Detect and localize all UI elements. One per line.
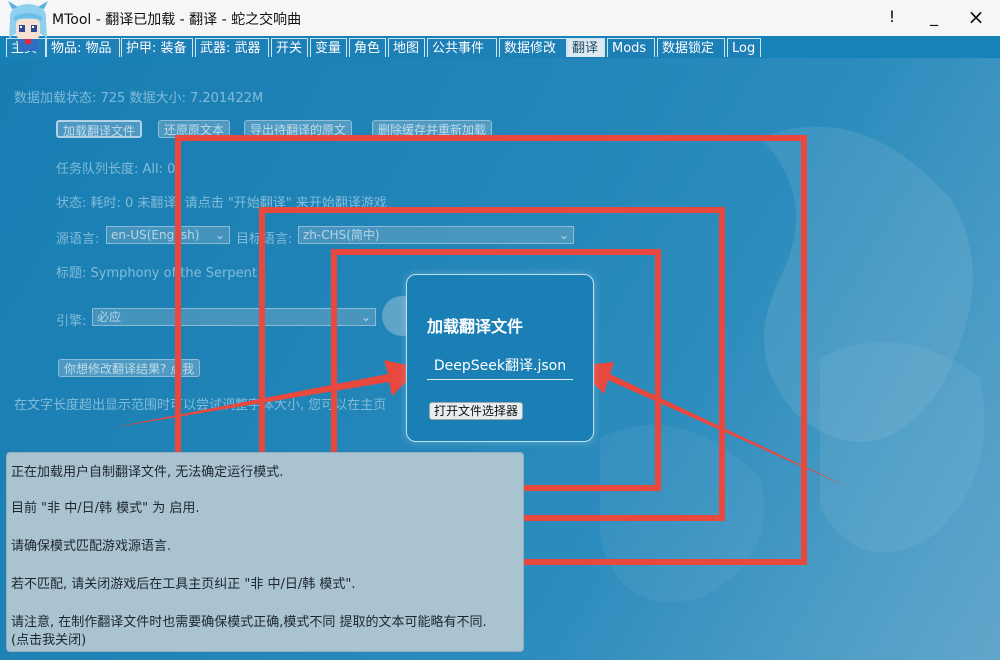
data-status-label: 数据加载状态: 725 数据大小: 7.201422M (14, 91, 264, 106)
tab-common-events[interactable]: 公共事件 (427, 38, 497, 57)
tab-switches[interactable]: 开关 (271, 38, 308, 57)
queue-length-label: 任务队列长度: All: 0 (56, 162, 176, 177)
dialog-title: 加载翻译文件 (427, 317, 524, 336)
tab-actors[interactable]: 角色 (349, 38, 386, 57)
tab-armor[interactable]: 护甲: 装备 (121, 38, 193, 57)
notice-line: 请确保模式匹配游戏源语言. (11, 539, 172, 554)
export-original-button[interactable]: 导出待翻译的原文 (244, 120, 353, 138)
notice-close-hint[interactable]: (点击我关闭) (11, 629, 86, 648)
tab-bar: 主页 物品: 物品 护甲: 装备 武器: 武器 开关 变量 角色 地图 公共事件… (0, 36, 1000, 58)
restore-original-button[interactable]: 还原原文本 (158, 120, 231, 138)
hint-label: 在文字长度超出显示范围时可以尝试调整字体大小, 您可以在主页 (14, 398, 387, 413)
translation-file-field[interactable]: DeepSeek翻译.json (427, 355, 573, 380)
target-lang-select[interactable]: zh-CHS(简中) ⌄ (298, 226, 574, 244)
engine-select[interactable]: 必应 ⌄ (92, 308, 376, 326)
mode-notice-panel[interactable]: 正在加载用户自制翻译文件, 无法确定运行模式. 目前 "非 中/日/韩 模式" … (6, 452, 524, 652)
engine-label: 引擎: (56, 314, 87, 329)
tab-variables[interactable]: 变量 (310, 38, 347, 57)
close-button[interactable]: × (956, 4, 996, 30)
load-translation-button[interactable]: 加载翻译文件 (56, 120, 143, 138)
notice-line: 正在加载用户自制翻译文件, 无法确定运行模式. (11, 465, 284, 480)
chevron-down-icon: ⌄ (558, 228, 569, 242)
tab-translate[interactable]: 翻译 (567, 38, 605, 57)
load-translation-dialog: 加载翻译文件 DeepSeek翻译.json 打开文件选择器 (406, 274, 594, 442)
open-file-picker-button[interactable]: 打开文件选择器 (429, 402, 524, 420)
tab-weapons[interactable]: 武器: 武器 (195, 38, 269, 57)
target-lang-label: 目标语言: (236, 232, 293, 247)
source-lang-select[interactable]: en-US(English) ⌄ (106, 226, 230, 244)
game-title-label: 标题: Symphony of the Serpent (56, 266, 257, 281)
info-button[interactable]: ! (872, 4, 912, 30)
chevron-down-icon: ⌄ (214, 228, 225, 242)
source-lang-label: 源语言: (56, 232, 100, 247)
notice-line: 请注意, 在制作翻译文件时也需要确保模式正确,模式不同 提取的文本可能略有不同. (11, 615, 487, 630)
tab-maps[interactable]: 地图 (388, 38, 425, 57)
clear-cache-button[interactable]: 删除缓存并重新加载 (372, 120, 493, 138)
notice-line: 若不匹配, 请关闭游戏后在工具主页纠正 "非 中/日/韩 模式". (11, 577, 356, 592)
tab-data-modify[interactable]: 数据修改 (499, 38, 567, 57)
tab-mods[interactable]: Mods (607, 38, 655, 57)
modify-translation-button[interactable]: 你想修改翻译结果? 点我 (58, 359, 201, 377)
tab-items[interactable]: 物品: 物品 (46, 38, 120, 57)
tab-data-lock[interactable]: 数据锁定 (657, 38, 725, 57)
app-avatar-icon (8, 1, 48, 51)
tab-log[interactable]: Log (727, 38, 761, 57)
minimize-button[interactable]: _ (914, 4, 954, 30)
notice-line: 目前 "非 中/日/韩 模式" 为 启用. (11, 501, 200, 516)
chevron-down-icon: ⌄ (360, 310, 371, 324)
title-bar: MTool - 翻译已加载 - 翻译 - 蛇之交响曲 ! _ × (0, 0, 1000, 36)
status-label: 状态: 耗时: 0 未翻译, 请点击 "开始翻译" 来开始翻译游戏 (56, 196, 387, 211)
window-title: MTool - 翻译已加载 - 翻译 - 蛇之交响曲 (52, 12, 302, 28)
